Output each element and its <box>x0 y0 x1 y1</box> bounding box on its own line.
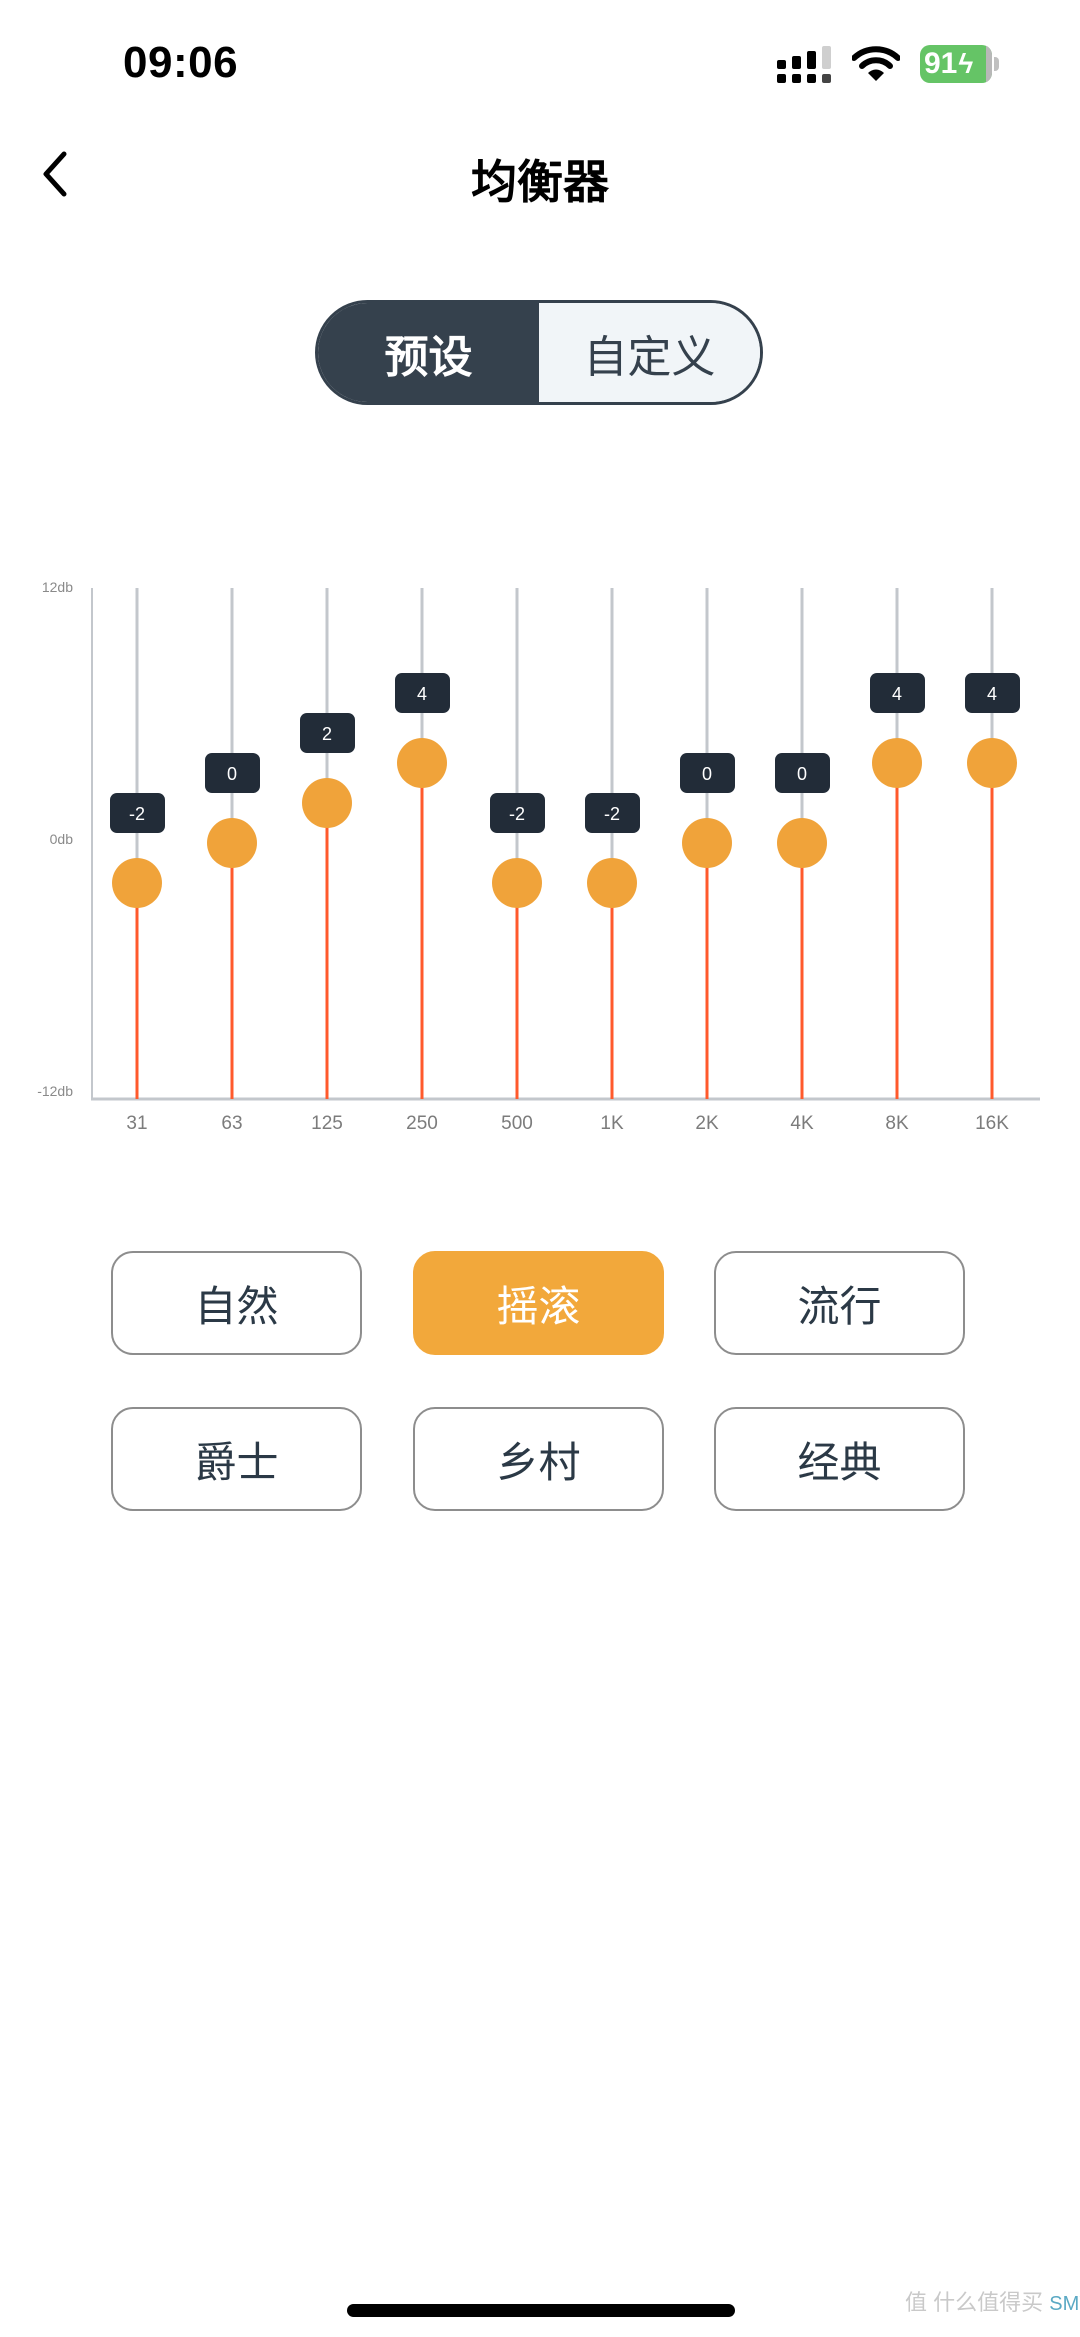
band-knob[interactable] <box>682 818 732 868</box>
preset-button[interactable]: 爵士 <box>111 1407 362 1511</box>
eq-band: 4 16K <box>965 588 1020 1134</box>
band-value-label: 0 <box>702 764 712 784</box>
battery-empty-portion <box>986 45 992 83</box>
preset-button[interactable]: 摇滚 <box>413 1251 664 1355</box>
eq-band: 0 63 <box>205 588 260 1134</box>
eq-band: 4 250 <box>395 588 450 1134</box>
band-knob[interactable] <box>302 778 352 828</box>
x-tick-label: 16K <box>975 1113 1009 1134</box>
status-time: 09:06 <box>123 38 239 87</box>
watermark-site: SMYZ.NET <box>1049 2293 1080 2315</box>
y-tick-label-top: 12db <box>42 579 73 595</box>
band-value-label: 0 <box>797 764 807 784</box>
x-tick-label: 8K <box>885 1113 909 1134</box>
band-knob[interactable] <box>397 738 447 788</box>
watermark: 值 什么值得买 SMYZ.NET <box>905 2285 1080 2317</box>
eq-band: 4 8K <box>870 588 925 1134</box>
eq-band: 0 4K <box>775 588 830 1134</box>
watermark-logo-icon: 值 <box>905 2290 928 2315</box>
eq-band: 0 2K <box>680 588 735 1134</box>
x-tick-label: 31 <box>126 1113 147 1134</box>
x-tick-label: 2K <box>695 1113 719 1134</box>
x-tick-label: 4K <box>790 1113 814 1134</box>
page-title: 均衡器 <box>471 156 609 208</box>
eq-band: -2 31 <box>110 588 165 1134</box>
bolt-icon: ϟ <box>958 48 974 79</box>
band-knob[interactable] <box>872 738 922 788</box>
band-value-label: -2 <box>604 804 620 824</box>
x-tick-label: 1K <box>600 1113 624 1134</box>
battery-indicator: 91 ϟ <box>920 45 992 83</box>
preset-button[interactable]: 流行 <box>714 1251 965 1355</box>
band-value-label: -2 <box>129 804 145 824</box>
watermark-text: 什么值得买 <box>933 2290 1044 2315</box>
home-indicator[interactable] <box>347 2304 735 2317</box>
wifi-icon <box>852 46 900 81</box>
band-value-label: 4 <box>987 684 997 704</box>
x-tick-label: 125 <box>311 1113 343 1134</box>
band-knob[interactable] <box>112 858 162 908</box>
x-tick-label: 63 <box>221 1113 242 1134</box>
y-tick-label-bottom: -12db <box>37 1083 73 1099</box>
preset-button[interactable]: 乡村 <box>413 1407 664 1511</box>
y-tick-label-mid: 0db <box>50 831 74 847</box>
battery-cap <box>994 57 999 71</box>
band-knob[interactable] <box>587 858 637 908</box>
mode-segmented-control: 预设 自定义 <box>315 300 763 405</box>
equalizer-chart: 12db 0db -12db -2 31 0 63 2 125 4 250 -2 500 -2 1K 0… <box>37 579 1040 1134</box>
x-tick-label: 500 <box>501 1113 533 1134</box>
x-tick-label: 250 <box>406 1113 438 1134</box>
battery-level: 91 <box>924 47 958 80</box>
tab-custom[interactable]: 自定义 <box>539 303 760 402</box>
eq-band: -2 1K <box>585 588 640 1134</box>
band-knob[interactable] <box>207 818 257 868</box>
band-knob[interactable] <box>492 858 542 908</box>
band-value-label: 0 <box>227 764 237 784</box>
band-value-label: -2 <box>509 804 525 824</box>
band-value-label: 4 <box>417 684 427 704</box>
tab-preset[interactable]: 预设 <box>318 303 539 402</box>
band-knob[interactable] <box>967 738 1017 788</box>
band-knob[interactable] <box>777 818 827 868</box>
eq-band: -2 500 <box>490 588 545 1134</box>
preset-button[interactable]: 经典 <box>714 1407 965 1511</box>
cellular-signal-icon <box>777 46 831 83</box>
eq-band: 2 125 <box>300 588 355 1134</box>
band-value-label: 2 <box>322 724 332 744</box>
preset-button[interactable]: 自然 <box>111 1251 362 1355</box>
band-value-label: 4 <box>892 684 902 704</box>
